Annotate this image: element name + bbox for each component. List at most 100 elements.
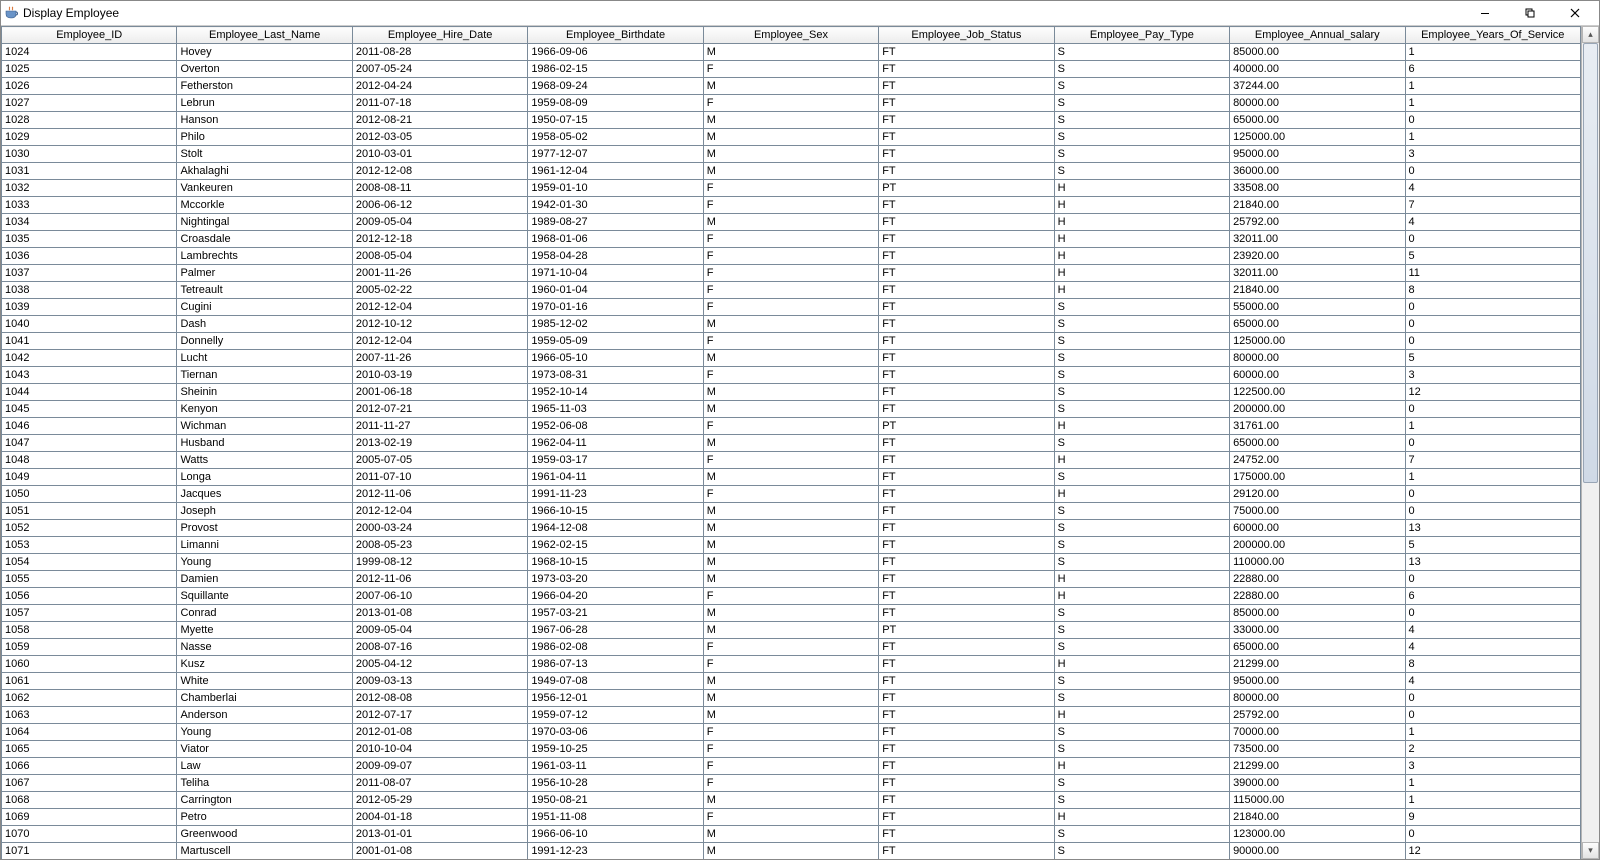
table-cell[interactable]: Teliha <box>177 775 352 792</box>
table-cell[interactable]: 1029 <box>2 129 177 146</box>
table-cell[interactable]: 7 <box>1405 197 1581 214</box>
table-cell[interactable]: F <box>703 197 878 214</box>
table-cell[interactable]: 13 <box>1405 554 1581 571</box>
table-cell[interactable]: Watts <box>177 452 352 469</box>
table-cell[interactable]: 2006-06-12 <box>352 197 527 214</box>
table-cell[interactable]: S <box>1054 639 1229 656</box>
table-cell[interactable]: Carrington <box>177 792 352 809</box>
table-cell[interactable]: Donnelly <box>177 333 352 350</box>
table-cell[interactable]: FT <box>879 44 1054 61</box>
table-cell[interactable]: 1989-08-27 <box>528 214 703 231</box>
table-cell[interactable]: 2012-11-06 <box>352 486 527 503</box>
table-cell[interactable]: Young <box>177 554 352 571</box>
table-cell[interactable]: 200000.00 <box>1230 401 1405 418</box>
table-cell[interactable]: FT <box>879 809 1054 826</box>
table-cell[interactable]: 5 <box>1405 350 1581 367</box>
table-cell[interactable]: 2008-08-11 <box>352 180 527 197</box>
table-cell[interactable]: Kusz <box>177 656 352 673</box>
table-cell[interactable]: M <box>703 78 878 95</box>
table-cell[interactable]: F <box>703 724 878 741</box>
table-cell[interactable]: 29120.00 <box>1230 486 1405 503</box>
table-cell[interactable]: S <box>1054 826 1229 843</box>
table-cell[interactable]: 1052 <box>2 520 177 537</box>
table-cell[interactable]: M <box>703 843 878 860</box>
maximize-button[interactable] <box>1507 1 1552 25</box>
table-cell[interactable]: M <box>703 690 878 707</box>
table-cell[interactable]: FT <box>879 231 1054 248</box>
table-cell[interactable]: 2 <box>1405 741 1581 758</box>
table-cell[interactable]: F <box>703 741 878 758</box>
table-cell[interactable]: H <box>1054 214 1229 231</box>
table-cell[interactable]: H <box>1054 656 1229 673</box>
table-cell[interactable]: 1986-02-08 <box>528 639 703 656</box>
table-cell[interactable]: FT <box>879 486 1054 503</box>
table-cell[interactable]: 1071 <box>2 843 177 860</box>
table-row[interactable]: 1045Kenyon2012-07-211965-11-03MFTS200000… <box>2 401 1581 418</box>
table-cell[interactable]: S <box>1054 61 1229 78</box>
table-cell[interactable]: 1959-03-17 <box>528 452 703 469</box>
table-cell[interactable]: Myette <box>177 622 352 639</box>
table-cell[interactable]: 1950-08-21 <box>528 792 703 809</box>
scroll-down-arrow-icon[interactable]: ▾ <box>1582 842 1599 859</box>
table-cell[interactable]: S <box>1054 537 1229 554</box>
column-header[interactable]: Employee_ID <box>2 27 177 44</box>
table-row[interactable]: 1058Myette2009-05-041967-06-28MPTS33000.… <box>2 622 1581 639</box>
table-cell[interactable]: 80000.00 <box>1230 690 1405 707</box>
titlebar[interactable]: Display Employee <box>1 1 1599 26</box>
table-cell[interactable]: 39000.00 <box>1230 775 1405 792</box>
table-row[interactable]: 1070Greenwood2013-01-011966-06-10MFTS123… <box>2 826 1581 843</box>
table-cell[interactable]: FT <box>879 350 1054 367</box>
table-cell[interactable]: 65000.00 <box>1230 316 1405 333</box>
table-cell[interactable]: 1057 <box>2 605 177 622</box>
table-cell[interactable]: M <box>703 503 878 520</box>
table-cell[interactable]: S <box>1054 690 1229 707</box>
table-cell[interactable]: 2004-01-18 <box>352 809 527 826</box>
table-cell[interactable]: 21299.00 <box>1230 758 1405 775</box>
table-cell[interactable]: M <box>703 571 878 588</box>
table-cell[interactable]: 1942-01-30 <box>528 197 703 214</box>
table-cell[interactable]: 4 <box>1405 214 1581 231</box>
table-cell[interactable]: 60000.00 <box>1230 520 1405 537</box>
table-cell[interactable]: FT <box>879 112 1054 129</box>
table-cell[interactable]: 4 <box>1405 180 1581 197</box>
table-cell[interactable]: Lebrun <box>177 95 352 112</box>
table-cell[interactable]: 0 <box>1405 163 1581 180</box>
table-cell[interactable]: F <box>703 180 878 197</box>
table-row[interactable]: 1059Nasse2008-07-161986-02-08FFTS65000.0… <box>2 639 1581 656</box>
table-cell[interactable]: M <box>703 826 878 843</box>
table-cell[interactable]: Tetreault <box>177 282 352 299</box>
table-cell[interactable]: H <box>1054 571 1229 588</box>
table-row[interactable]: 1054Young1999-08-121968-10-15MFTS110000.… <box>2 554 1581 571</box>
table-cell[interactable]: FT <box>879 741 1054 758</box>
table-cell[interactable]: 1959-05-09 <box>528 333 703 350</box>
table-cell[interactable]: PT <box>879 180 1054 197</box>
table-row[interactable]: 1069Petro2004-01-181951-11-08FFTH21840.0… <box>2 809 1581 826</box>
table-cell[interactable]: 8 <box>1405 656 1581 673</box>
table-cell[interactable]: S <box>1054 435 1229 452</box>
table-cell[interactable]: FT <box>879 792 1054 809</box>
table-row[interactable]: 1047Husband2013-02-191962-04-11MFTS65000… <box>2 435 1581 452</box>
table-cell[interactable]: 2012-04-24 <box>352 78 527 95</box>
table-row[interactable]: 1062Chamberlai2012-08-081956-12-01MFTS80… <box>2 690 1581 707</box>
column-header[interactable]: Employee_Hire_Date <box>352 27 527 44</box>
table-cell[interactable]: 1965-11-03 <box>528 401 703 418</box>
table-cell[interactable]: S <box>1054 163 1229 180</box>
table-cell[interactable]: M <box>703 146 878 163</box>
table-cell[interactable]: FT <box>879 639 1054 656</box>
table-cell[interactable]: FT <box>879 333 1054 350</box>
table-cell[interactable]: Damien <box>177 571 352 588</box>
table-cell[interactable]: FT <box>879 469 1054 486</box>
table-cell[interactable]: 1 <box>1405 44 1581 61</box>
table-cell[interactable]: 95000.00 <box>1230 673 1405 690</box>
table-row[interactable]: 1038Tetreault2005-02-221960-01-04FFTH218… <box>2 282 1581 299</box>
table-cell[interactable]: 36000.00 <box>1230 163 1405 180</box>
table-cell[interactable]: M <box>703 520 878 537</box>
table-cell[interactable]: FT <box>879 690 1054 707</box>
table-cell[interactable]: 1966-10-15 <box>528 503 703 520</box>
table-row[interactable]: 1024Hovey2011-08-281966-09-06MFTS85000.0… <box>2 44 1581 61</box>
table-row[interactable]: 1053Limanni2008-05-231962-02-15MFTS20000… <box>2 537 1581 554</box>
table-cell[interactable]: F <box>703 61 878 78</box>
table-cell[interactable]: 1999-08-12 <box>352 554 527 571</box>
table-cell[interactable]: 0 <box>1405 333 1581 350</box>
table-cell[interactable]: Greenwood <box>177 826 352 843</box>
